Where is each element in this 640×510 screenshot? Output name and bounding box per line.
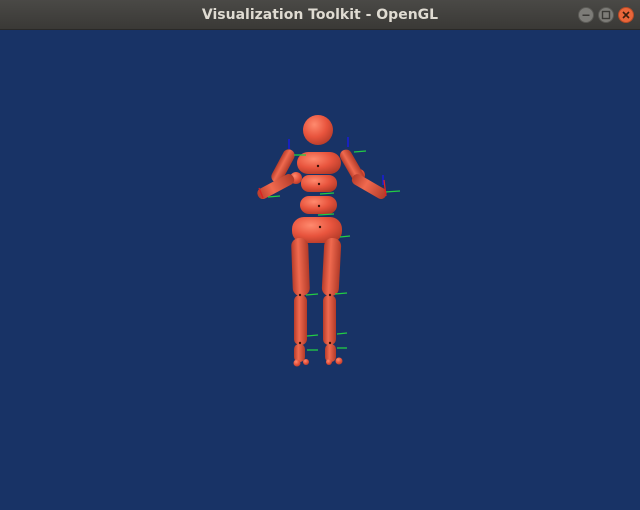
right-toe-joint[interactable] [326,359,332,365]
head-segment[interactable] [303,115,333,145]
right-foot-segment[interactable] [325,344,336,362]
left-thigh-segment[interactable] [291,237,310,297]
close-icon [622,11,630,19]
maximize-icon [601,10,611,20]
minimize-icon [582,14,590,16]
maximize-button[interactable] [598,7,614,23]
window-titlebar[interactable]: Visualization Toolkit - OpenGL [0,0,640,30]
skeleton-scene[interactable] [0,30,640,510]
left-shin-segment[interactable] [294,295,307,345]
render-viewport[interactable] [0,30,640,510]
right-shin-segment[interactable] [323,295,336,345]
vtk-render-window: Visualization Toolkit - OpenGL [0,0,640,510]
window-title: Visualization Toolkit - OpenGL [201,7,439,23]
minimize-button[interactable] [578,7,594,23]
left-toe-joint[interactable] [293,359,301,367]
right-thigh-segment[interactable] [321,238,342,297]
left-foot-segment[interactable] [294,344,305,362]
left-toe-joint-2[interactable] [303,359,309,365]
close-button[interactable] [618,7,634,23]
right-toe-joint-2[interactable] [335,357,343,365]
